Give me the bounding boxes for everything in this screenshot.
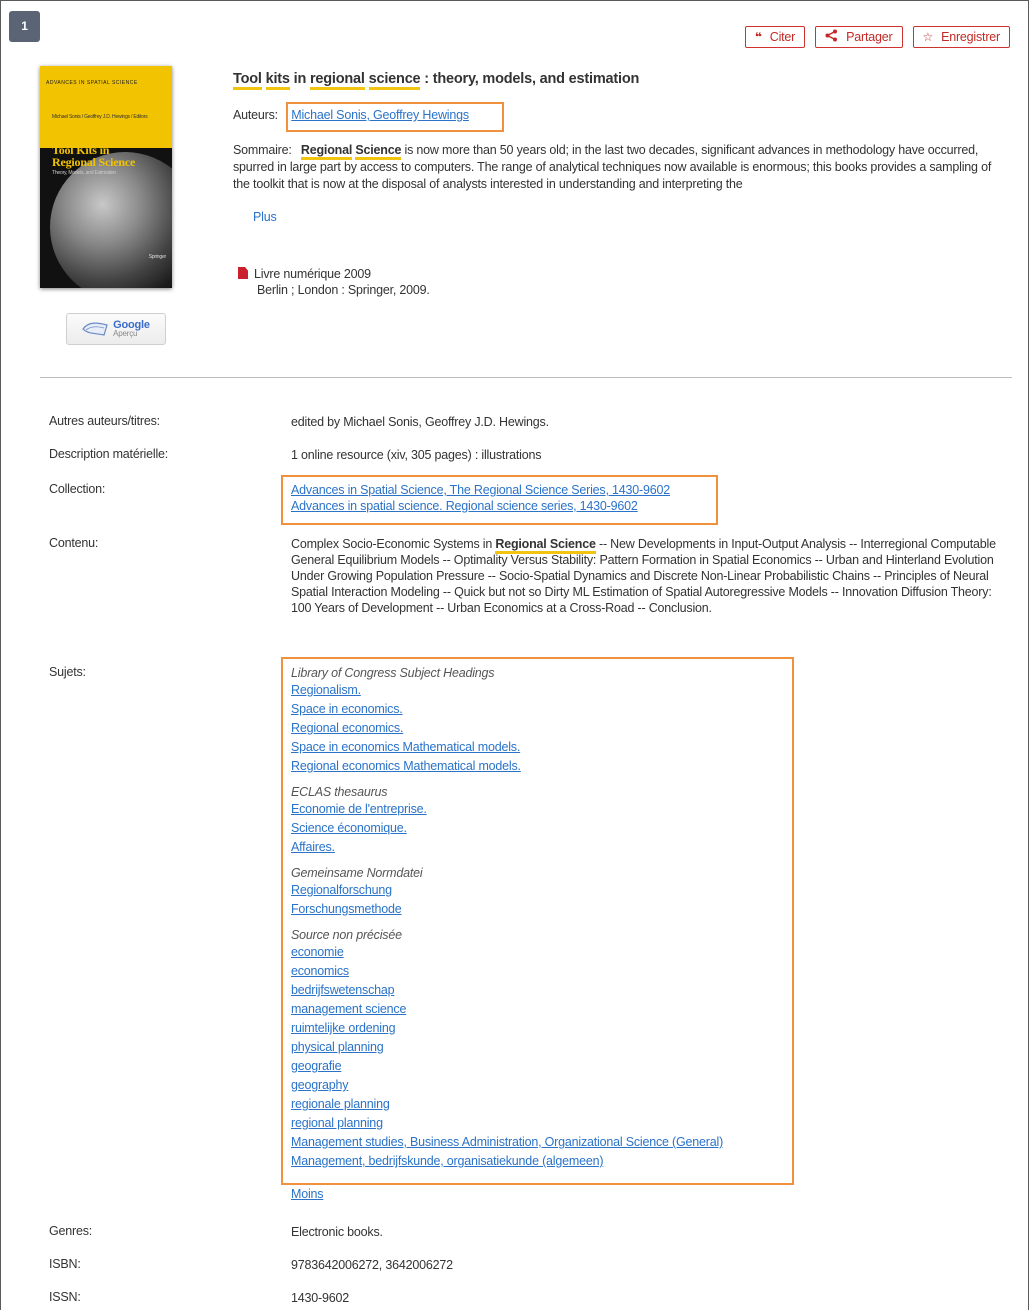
- subjects-highlight-box: [281, 657, 794, 1185]
- summary: Sommaire: Regional Science is now more t…: [233, 143, 992, 191]
- genres-label: Genres:: [49, 1224, 93, 1238]
- share-label: Partager: [846, 30, 893, 44]
- book-cover[interactable]: ADVANCES IN SPATIAL SCIENCE Michael Soni…: [40, 66, 172, 288]
- divider: [40, 377, 1012, 378]
- record-title[interactable]: Tool kits in regional science : theory, …: [233, 71, 639, 90]
- authors-highlight-box: [286, 102, 504, 132]
- result-number-badge: 1: [9, 11, 40, 42]
- more-link[interactable]: Plus: [253, 210, 277, 224]
- google-preview-button[interactable]: Google Aperçu: [66, 313, 166, 345]
- share-icon: [825, 29, 838, 45]
- cite-label: Citer: [769, 30, 796, 44]
- other-authors-value: edited by Michael Sonis, Geoffrey J.D. H…: [291, 415, 549, 429]
- quote-icon: ❝: [754, 30, 762, 44]
- ebook-icon: [238, 267, 248, 279]
- content-value: Complex Socio-Economic Systems in Region…: [291, 537, 996, 615]
- summary-label: Sommaire:: [233, 143, 292, 157]
- save-button[interactable]: ☆ Enregistrer: [912, 26, 1010, 48]
- google-preview-label: Aperçu: [113, 329, 138, 338]
- other-authors-label: Autres auteurs/titres:: [49, 414, 160, 428]
- record-actions: ❝ Citer Partager ☆ Enregistrer: [744, 26, 1010, 48]
- physical-description-label: Description matérielle:: [49, 447, 169, 461]
- book-icon: [82, 322, 108, 336]
- authors-label: Auteurs:: [233, 108, 278, 122]
- physical-description-value: 1 online resource (xiv, 305 pages) : ill…: [291, 448, 542, 462]
- share-button[interactable]: Partager: [815, 26, 903, 48]
- star-icon: ☆: [922, 30, 934, 44]
- content-label: Contenu:: [49, 536, 99, 550]
- cover-title: Tool Kits in Regional Science: [52, 143, 136, 169]
- save-label: Enregistrer: [941, 30, 1000, 44]
- publication-info: Berlin ; London : Springer, 2009.: [257, 283, 430, 297]
- less-link[interactable]: Moins: [291, 1187, 324, 1201]
- cite-button[interactable]: ❝ Citer: [744, 26, 806, 48]
- isbn-value: 9783642006272, 3642006272: [291, 1258, 453, 1272]
- format-label: Livre numérique 2009: [254, 267, 371, 281]
- issn-label: ISSN:: [49, 1290, 81, 1304]
- collection-label: Collection:: [49, 482, 106, 496]
- subjects-label: Sujets:: [49, 665, 86, 679]
- cover-authors: Michael Sonis / Geoffrey J.D. Hewings / …: [52, 114, 148, 120]
- cover-series: ADVANCES IN SPATIAL SCIENCE: [46, 80, 138, 86]
- genres-value: Electronic books.: [291, 1225, 383, 1239]
- cover-publisher: Springer: [148, 254, 167, 260]
- isbn-label: ISBN:: [49, 1257, 81, 1271]
- format-block: Livre numérique 2009 Berlin ; London : S…: [238, 266, 430, 298]
- cover-band: [40, 66, 172, 148]
- collection-highlight-box: [281, 475, 718, 525]
- cover-subtitle: Theory, Models, and Estimation: [52, 170, 116, 176]
